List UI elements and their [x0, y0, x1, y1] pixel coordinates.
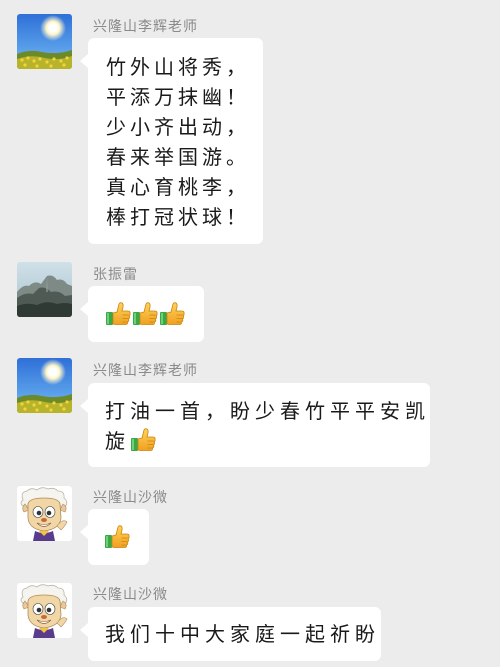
sender-name: 兴隆山李辉老师 — [93, 19, 198, 35]
message-text-line: 旋 — [105, 426, 430, 456]
thumbs-up-icon — [132, 301, 158, 327]
thumbs-up-icon — [130, 427, 156, 453]
cartoon-sheep-avatar[interactable] — [17, 486, 72, 541]
poem-line: 春来举国游。 — [106, 145, 250, 169]
sender-name: 张振雷 — [93, 267, 138, 283]
thumbs-up-icon — [104, 524, 130, 550]
message-text: 打油一首，盼少春竹平平安凯 — [105, 399, 430, 423]
poem-line: 棒打冠状球！ — [106, 205, 250, 229]
message-bubble[interactable]: 我们十中大家庭一起祈盼 — [80, 607, 381, 661]
mountain-avatar[interactable] — [17, 262, 72, 317]
message-bubble[interactable]: 竹外山将秀， 平添万抹幽！ 少小齐出动， 春来举国游。 真心育桃李， 棒打冠状球… — [80, 38, 263, 244]
sky-sunflower-avatar[interactable] — [17, 358, 72, 413]
message-bubble[interactable]: 打油一首，盼少春竹平平安凯 旋 — [80, 383, 430, 467]
thumbs-up-icon — [159, 301, 185, 327]
sender-name: 兴隆山李辉老师 — [93, 363, 198, 379]
message-bubble[interactable] — [80, 509, 149, 565]
poem-line: 少小齐出动， — [106, 115, 250, 139]
thumbs-up-icon — [105, 301, 131, 327]
poem-line: 竹外山将秀， — [106, 55, 250, 79]
chat-window: 兴隆山李辉老师 竹外山将秀， 平添万抹幽！ 少小齐出动， 春来举国游。 真心育桃… — [0, 0, 500, 667]
poem-line: 真心育桃李， — [106, 175, 250, 199]
message-text: 我们十中大家庭一起祈盼 — [105, 622, 380, 646]
sky-sunflower-avatar[interactable] — [17, 14, 72, 69]
cartoon-sheep-avatar[interactable] — [17, 583, 72, 638]
message-bubble[interactable] — [80, 286, 204, 342]
poem-line: 平添万抹幽！ — [106, 85, 250, 109]
message-text: 旋 — [105, 429, 130, 453]
sender-name: 兴隆山沙微 — [93, 490, 168, 506]
sender-name: 兴隆山沙微 — [93, 587, 168, 603]
